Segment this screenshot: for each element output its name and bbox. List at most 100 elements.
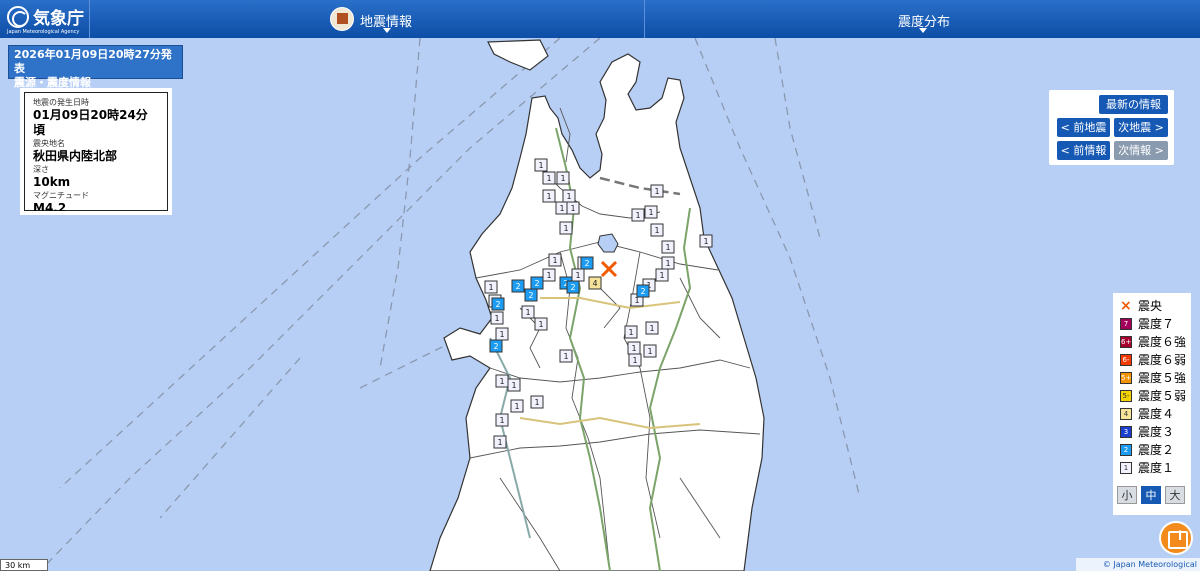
previous-info-button[interactable]: < 前情報: [1057, 141, 1110, 160]
station-label: 2: [495, 300, 500, 309]
depth-value: 10km: [33, 175, 71, 189]
legend-intensity-5+: 5+ 震度５強: [1118, 369, 1186, 387]
station-label: 2: [640, 287, 645, 296]
depth-label: 深さ: [33, 165, 49, 174]
station-label: 1: [511, 381, 516, 390]
size-small-button[interactable]: 小: [1117, 486, 1137, 504]
intensity-swatch: 5+: [1120, 372, 1132, 384]
station-intensity-1: 1: [495, 374, 509, 388]
intensity-swatch: 4: [1120, 408, 1132, 420]
magnitude-label: マグニチュード: [33, 191, 89, 200]
station-intensity-1: 1: [490, 311, 504, 325]
station-label: 1: [538, 320, 543, 329]
station-label: 2: [534, 279, 539, 288]
station-label: 2: [584, 259, 589, 268]
report-issued-time: 2026年01月09日20時27分発表: [14, 48, 172, 75]
legend-label: 震度５強: [1138, 371, 1187, 385]
copyright: © Japan Meteorological Agency: [1076, 558, 1200, 571]
station-intensity-1: 1: [507, 378, 521, 392]
station-label: 2: [515, 282, 520, 291]
report-type: 震源・震度情報: [14, 76, 91, 89]
station-intensity-2: 2: [636, 284, 650, 298]
station-intensity-4: 4: [588, 276, 602, 290]
help-book-icon[interactable]: [1159, 521, 1193, 555]
chevron-down-icon: [919, 28, 927, 33]
station-intensity-1: 1: [556, 171, 570, 185]
intensity-swatch: 6-: [1120, 354, 1132, 366]
size-large-button[interactable]: 大: [1165, 486, 1185, 504]
station-intensity-1: 1: [559, 349, 573, 363]
station-intensity-1: 1: [484, 280, 498, 294]
station-intensity-2: 2: [489, 339, 503, 353]
station-label: 1: [563, 224, 568, 233]
legend-intensity-4: 4 震度４: [1118, 405, 1186, 423]
jma-logo[interactable]: 気象庁 Japan Meteorological Agency: [0, 0, 90, 38]
legend-intensity-5-: 5- 震度５弱: [1118, 387, 1186, 405]
station-intensity-1: 1: [495, 327, 509, 341]
station-label: 1: [488, 283, 493, 292]
station-intensity-1: 1: [530, 395, 544, 409]
legend-intensity-7: 7 震度７: [1118, 315, 1186, 333]
intensity-swatch: 1: [1120, 462, 1132, 474]
logo-text: 気象庁: [33, 9, 84, 29]
station-intensity-1: 1: [655, 268, 669, 282]
station-label: 1: [647, 347, 652, 356]
station-intensity-2: 2: [530, 276, 544, 290]
station-intensity-1: 1: [571, 268, 585, 282]
station-intensity-1: 1: [566, 201, 580, 215]
scale-bar: 30 km: [0, 559, 48, 571]
latest-info-button[interactable]: 最新の情報: [1099, 95, 1168, 114]
station-label: 1: [703, 237, 708, 246]
station-label: 1: [560, 174, 565, 183]
station-intensity-1: 1: [650, 223, 664, 237]
station-intensity-1: 1: [495, 413, 509, 427]
station-intensity-1: 1: [542, 189, 556, 203]
station-intensity-1: 1: [555, 201, 569, 215]
station-intensity-1: 1: [650, 184, 664, 198]
station-intensity-1: 1: [643, 344, 657, 358]
station-label: 1: [514, 402, 519, 411]
legend-intensity-1: 1 震度１: [1118, 459, 1186, 477]
next-earthquake-button[interactable]: 次地震 >: [1114, 118, 1168, 137]
legend-label: 震度１: [1138, 461, 1175, 475]
station-intensity-1: 1: [510, 399, 524, 413]
legend-label: 震度７: [1138, 317, 1175, 331]
legend-intensity-3: 3 震度３: [1118, 423, 1186, 441]
epicenter-x-icon: ×: [1120, 298, 1132, 314]
magnitude-value: M4.2: [33, 201, 67, 215]
station-label: 1: [534, 398, 539, 407]
legend-label: 震央: [1138, 299, 1163, 313]
station-label: 1: [575, 271, 580, 280]
intensity-distribution-menu[interactable]: 震度分布: [646, 0, 1200, 38]
station-label: 2: [570, 283, 575, 292]
station-label: 1: [659, 271, 664, 280]
station-intensity-1: 1: [661, 240, 675, 254]
station-intensity-2: 2: [566, 280, 580, 294]
station-intensity-1: 1: [559, 221, 573, 235]
size-medium-button[interactable]: 中: [1141, 486, 1161, 504]
legend-intensity-6+: 6+ 震度６強: [1118, 333, 1186, 351]
station-label: 1: [499, 330, 504, 339]
next-info-button[interactable]: 次情報 >: [1114, 141, 1168, 160]
previous-earthquake-button[interactable]: < 前地震: [1057, 118, 1110, 137]
intensity-swatch: 6+: [1120, 336, 1132, 348]
station-label: 1: [631, 344, 636, 353]
legend-rows: × 震央 7 震度７ 6+ 震度６強 6- 震度６弱 5+ 震度５強 5- 震度５弱 4 震度４ 3 震度３ 2…: [1118, 297, 1186, 477]
station-label: 1: [552, 256, 557, 265]
station-intensity-1: 1: [661, 256, 675, 270]
station-label: 1: [570, 204, 575, 213]
station-label: 1: [648, 208, 653, 217]
station-label: 1: [499, 377, 504, 386]
station-label: 1: [563, 352, 568, 361]
station-intensity-1: 1: [534, 158, 548, 172]
intensity-swatch: 7: [1120, 318, 1132, 330]
jma-logo-icon: [7, 6, 29, 28]
logo-subtitle: Japan Meteorological Agency: [7, 29, 80, 35]
earthquake-info-menu[interactable]: 地震情報: [90, 0, 645, 38]
place-value: 秋田県内陸北部: [33, 149, 118, 163]
time-value: 01月09日20時24分頃: [33, 108, 148, 137]
quake-info-box: 地震の発生日時 01月09日20時24分頃 震央地名 秋田県内陸北部 深さ 10…: [20, 88, 172, 215]
station-label: 1: [497, 438, 502, 447]
intensity-map[interactable]: 1111111111111111111111111111111111111111…: [0, 38, 1200, 571]
station-intensity-1: 1: [699, 234, 713, 248]
